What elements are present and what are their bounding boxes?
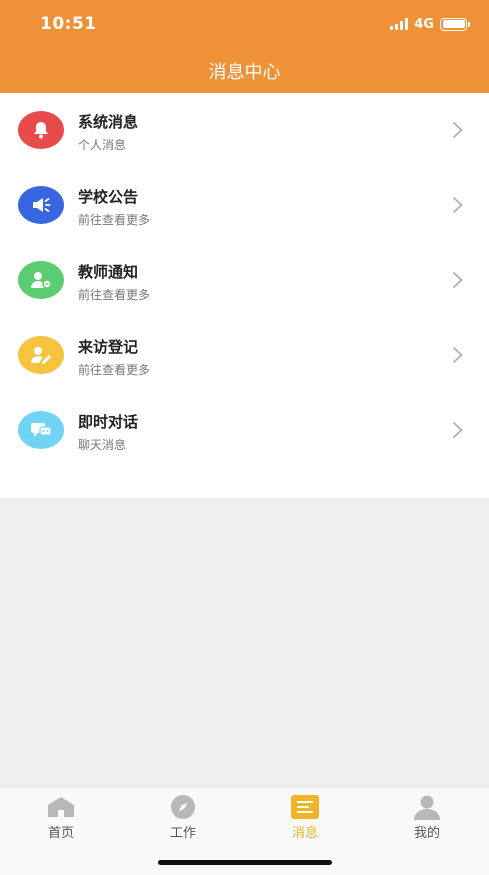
chevron-right-icon (452, 121, 463, 139)
page-title: 消息中心 (208, 62, 281, 83)
item-subtitle: 前往查看更多 (78, 363, 151, 377)
list-item-system-message[interactable]: 系统消息 个人消息 (0, 93, 489, 168)
bell-icon (18, 111, 64, 149)
tab-label: 消息 (291, 826, 318, 841)
chevron-right-icon (452, 271, 463, 289)
tab-messages[interactable]: 消息 (244, 792, 366, 844)
message-list-icon (289, 794, 321, 820)
user-icon (411, 794, 443, 820)
status-time: 10:51 (40, 14, 97, 34)
chevron-right-icon (452, 421, 463, 439)
network-type: 4G (414, 16, 434, 32)
list-item-visitor-register[interactable]: 来访登记 前往查看更多 (0, 318, 489, 393)
item-subtitle: 前往查看更多 (78, 288, 151, 302)
item-subtitle: 个人消息 (78, 138, 127, 152)
chevron-right-icon (452, 196, 463, 214)
status-indicators: 4G (390, 16, 470, 32)
tab-home[interactable]: 首页 (0, 792, 122, 844)
item-subtitle: 前往查看更多 (78, 213, 151, 227)
teacher-icon (18, 261, 64, 299)
chat-icon (18, 411, 64, 449)
list-item-school-announcement[interactable]: 学校公告 前往查看更多 (0, 168, 489, 243)
megaphone-icon (18, 186, 64, 224)
item-title: 学校公告 (78, 188, 139, 206)
message-list: 系统消息 个人消息 学校公告 前往查看更多 教师通知 前往查看更多 来访登记 前… (0, 93, 489, 498)
visitor-register-icon (18, 336, 64, 374)
tab-label: 我的 (413, 826, 440, 841)
item-subtitle: 聊天消息 (78, 438, 127, 452)
list-item-instant-chat[interactable]: 即时对话 聊天消息 (0, 393, 489, 468)
header-bar: 10:51 4G 消息中心 (0, 0, 489, 93)
item-title: 来访登记 (78, 338, 139, 356)
item-title: 即时对话 (78, 413, 139, 431)
item-title: 系统消息 (78, 113, 139, 131)
signal-icon (390, 18, 409, 30)
tab-label: 首页 (47, 826, 74, 841)
compass-icon (167, 794, 199, 820)
home-icon (45, 794, 77, 820)
item-title: 教师通知 (78, 263, 139, 281)
battery-icon (440, 17, 470, 31)
tab-work[interactable]: 工作 (122, 792, 244, 844)
tab-label: 工作 (169, 826, 196, 841)
list-item-teacher-notice[interactable]: 教师通知 前往查看更多 (0, 243, 489, 318)
chevron-right-icon (452, 346, 463, 364)
home-indicator[interactable] (158, 860, 332, 865)
tab-me[interactable]: 我的 (366, 792, 488, 844)
